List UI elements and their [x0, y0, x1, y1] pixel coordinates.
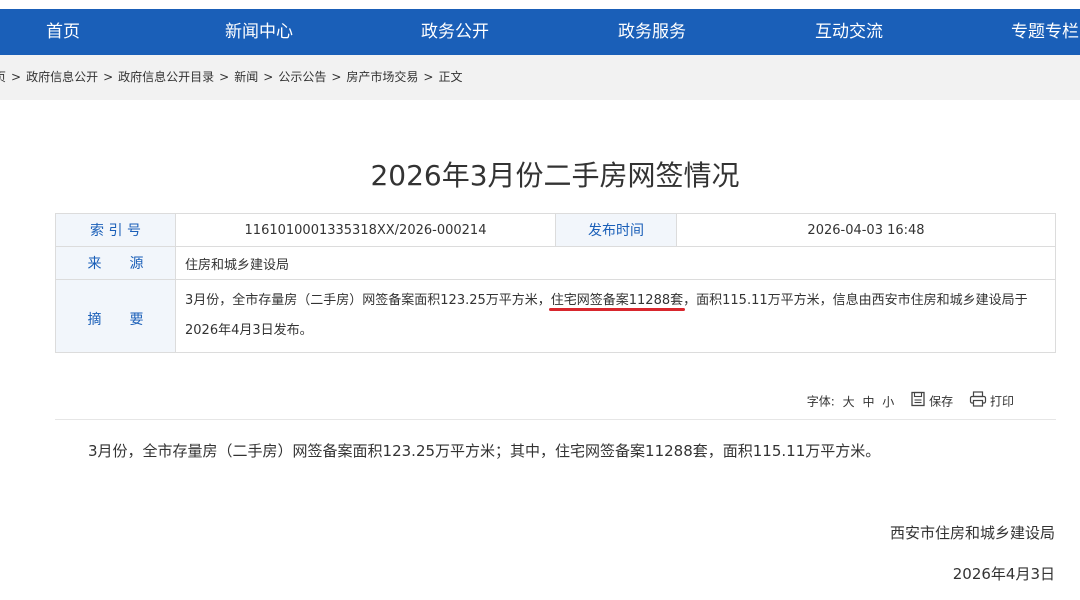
signature-date: 2026年4月3日 [952, 565, 1055, 583]
breadcrumb-separator: > [103, 70, 114, 84]
source-value: 住房和城乡建设局 [175, 246, 1056, 280]
summary-value: 3月份，全市存量房（二手房）网签备案面积123.25万平方米，住宅网签备案112… [175, 279, 1056, 353]
publish-time-value: 2026-04-03 16:48 [676, 213, 1056, 247]
index-value: 1161010001335318XX/2026-000214 [175, 213, 556, 247]
meta-row-summary: 摘 要 3月份，全市存量房（二手房）网签备案面积123.25万平方米，住宅网签备… [55, 279, 1056, 353]
breadcrumb-separator: > [331, 70, 342, 84]
nav-item-news[interactable]: 新闻中心 [225, 9, 293, 55]
breadcrumb-separator: > [423, 70, 434, 84]
meta-row-index: 索 引 号 1161010001335318XX/2026-000214 发布时… [55, 213, 1056, 247]
nav-item-gov-services[interactable]: 政务服务 [618, 9, 686, 55]
font-size-label: 字体: [806, 394, 835, 409]
save-button[interactable]: 保存 [910, 391, 953, 413]
summary-text: 3月份，全市存量房（二手房）网签备案面积123.25万平方米， [185, 293, 551, 308]
meta-row-source: 来 源 住房和城乡建设局 [55, 246, 1056, 280]
main-nav: 首页 新闻中心 政务公开 政务服务 互动交流 专题专栏 [0, 9, 1080, 55]
summary-label: 摘 要 [55, 279, 176, 353]
article-tools: 字体: 大 中 小 保存 打印 [807, 391, 1014, 411]
breadcrumb: 页 > 政府信息公开 > 政府信息公开目录 > 新闻 > 公示公告 > 房产市场交易 > 正文 [0, 55, 462, 100]
top-strip [0, 0, 1080, 8]
summary-highlight: 住宅网签备案11288套 [550, 293, 684, 308]
breadcrumb-announcements[interactable]: 公示公告 [278, 70, 326, 84]
save-label: 保存 [929, 394, 954, 409]
breadcrumb-home[interactable]: 页 [0, 70, 6, 84]
source-label: 来 源 [55, 246, 176, 280]
breadcrumb-property-trading[interactable]: 房产市场交易 [346, 70, 418, 84]
article-body: 3月份，全市存量房（二手房）网签备案面积123.25万平方米；其中，住宅网签备案… [88, 442, 881, 460]
breadcrumb-news[interactable]: 新闻 [234, 70, 258, 84]
font-medium-button[interactable]: 中 [862, 395, 874, 409]
meta-table: 索 引 号 1161010001335318XX/2026-000214 发布时… [55, 213, 1056, 353]
print-icon [969, 391, 987, 413]
page-title: 2026年3月份二手房网签情况 [370, 159, 740, 192]
save-icon [910, 391, 926, 413]
breadcrumb-separator: > [219, 70, 230, 84]
breadcrumb-gov-info-catalog[interactable]: 政府信息公开目录 [118, 70, 214, 84]
print-label: 打印 [989, 394, 1014, 409]
font-large-button[interactable]: 大 [843, 395, 855, 409]
breadcrumb-separator: > [263, 70, 274, 84]
breadcrumb-gov-info[interactable]: 政府信息公开 [26, 70, 98, 84]
nav-item-gov-affairs[interactable]: 政务公开 [421, 9, 489, 55]
index-label: 索 引 号 [55, 213, 176, 247]
nav-item-interaction[interactable]: 互动交流 [815, 9, 883, 55]
font-small-button[interactable]: 小 [882, 395, 894, 409]
signature-organization: 西安市住房和城乡建设局 [889, 524, 1055, 542]
breadcrumb-current: 正文 [438, 70, 463, 84]
breadcrumb-bar: 页 > 政府信息公开 > 政府信息公开目录 > 新闻 > 公示公告 > 房产市场交易 > 正文 [0, 55, 1080, 100]
print-button[interactable]: 打印 [969, 391, 1014, 413]
content-divider [55, 419, 1056, 420]
nav-item-topics[interactable]: 专题专栏 [1011, 9, 1079, 55]
publish-time-label: 发布时间 [555, 213, 677, 247]
breadcrumb-separator: > [11, 70, 22, 84]
nav-item-home[interactable]: 首页 [46, 9, 80, 55]
